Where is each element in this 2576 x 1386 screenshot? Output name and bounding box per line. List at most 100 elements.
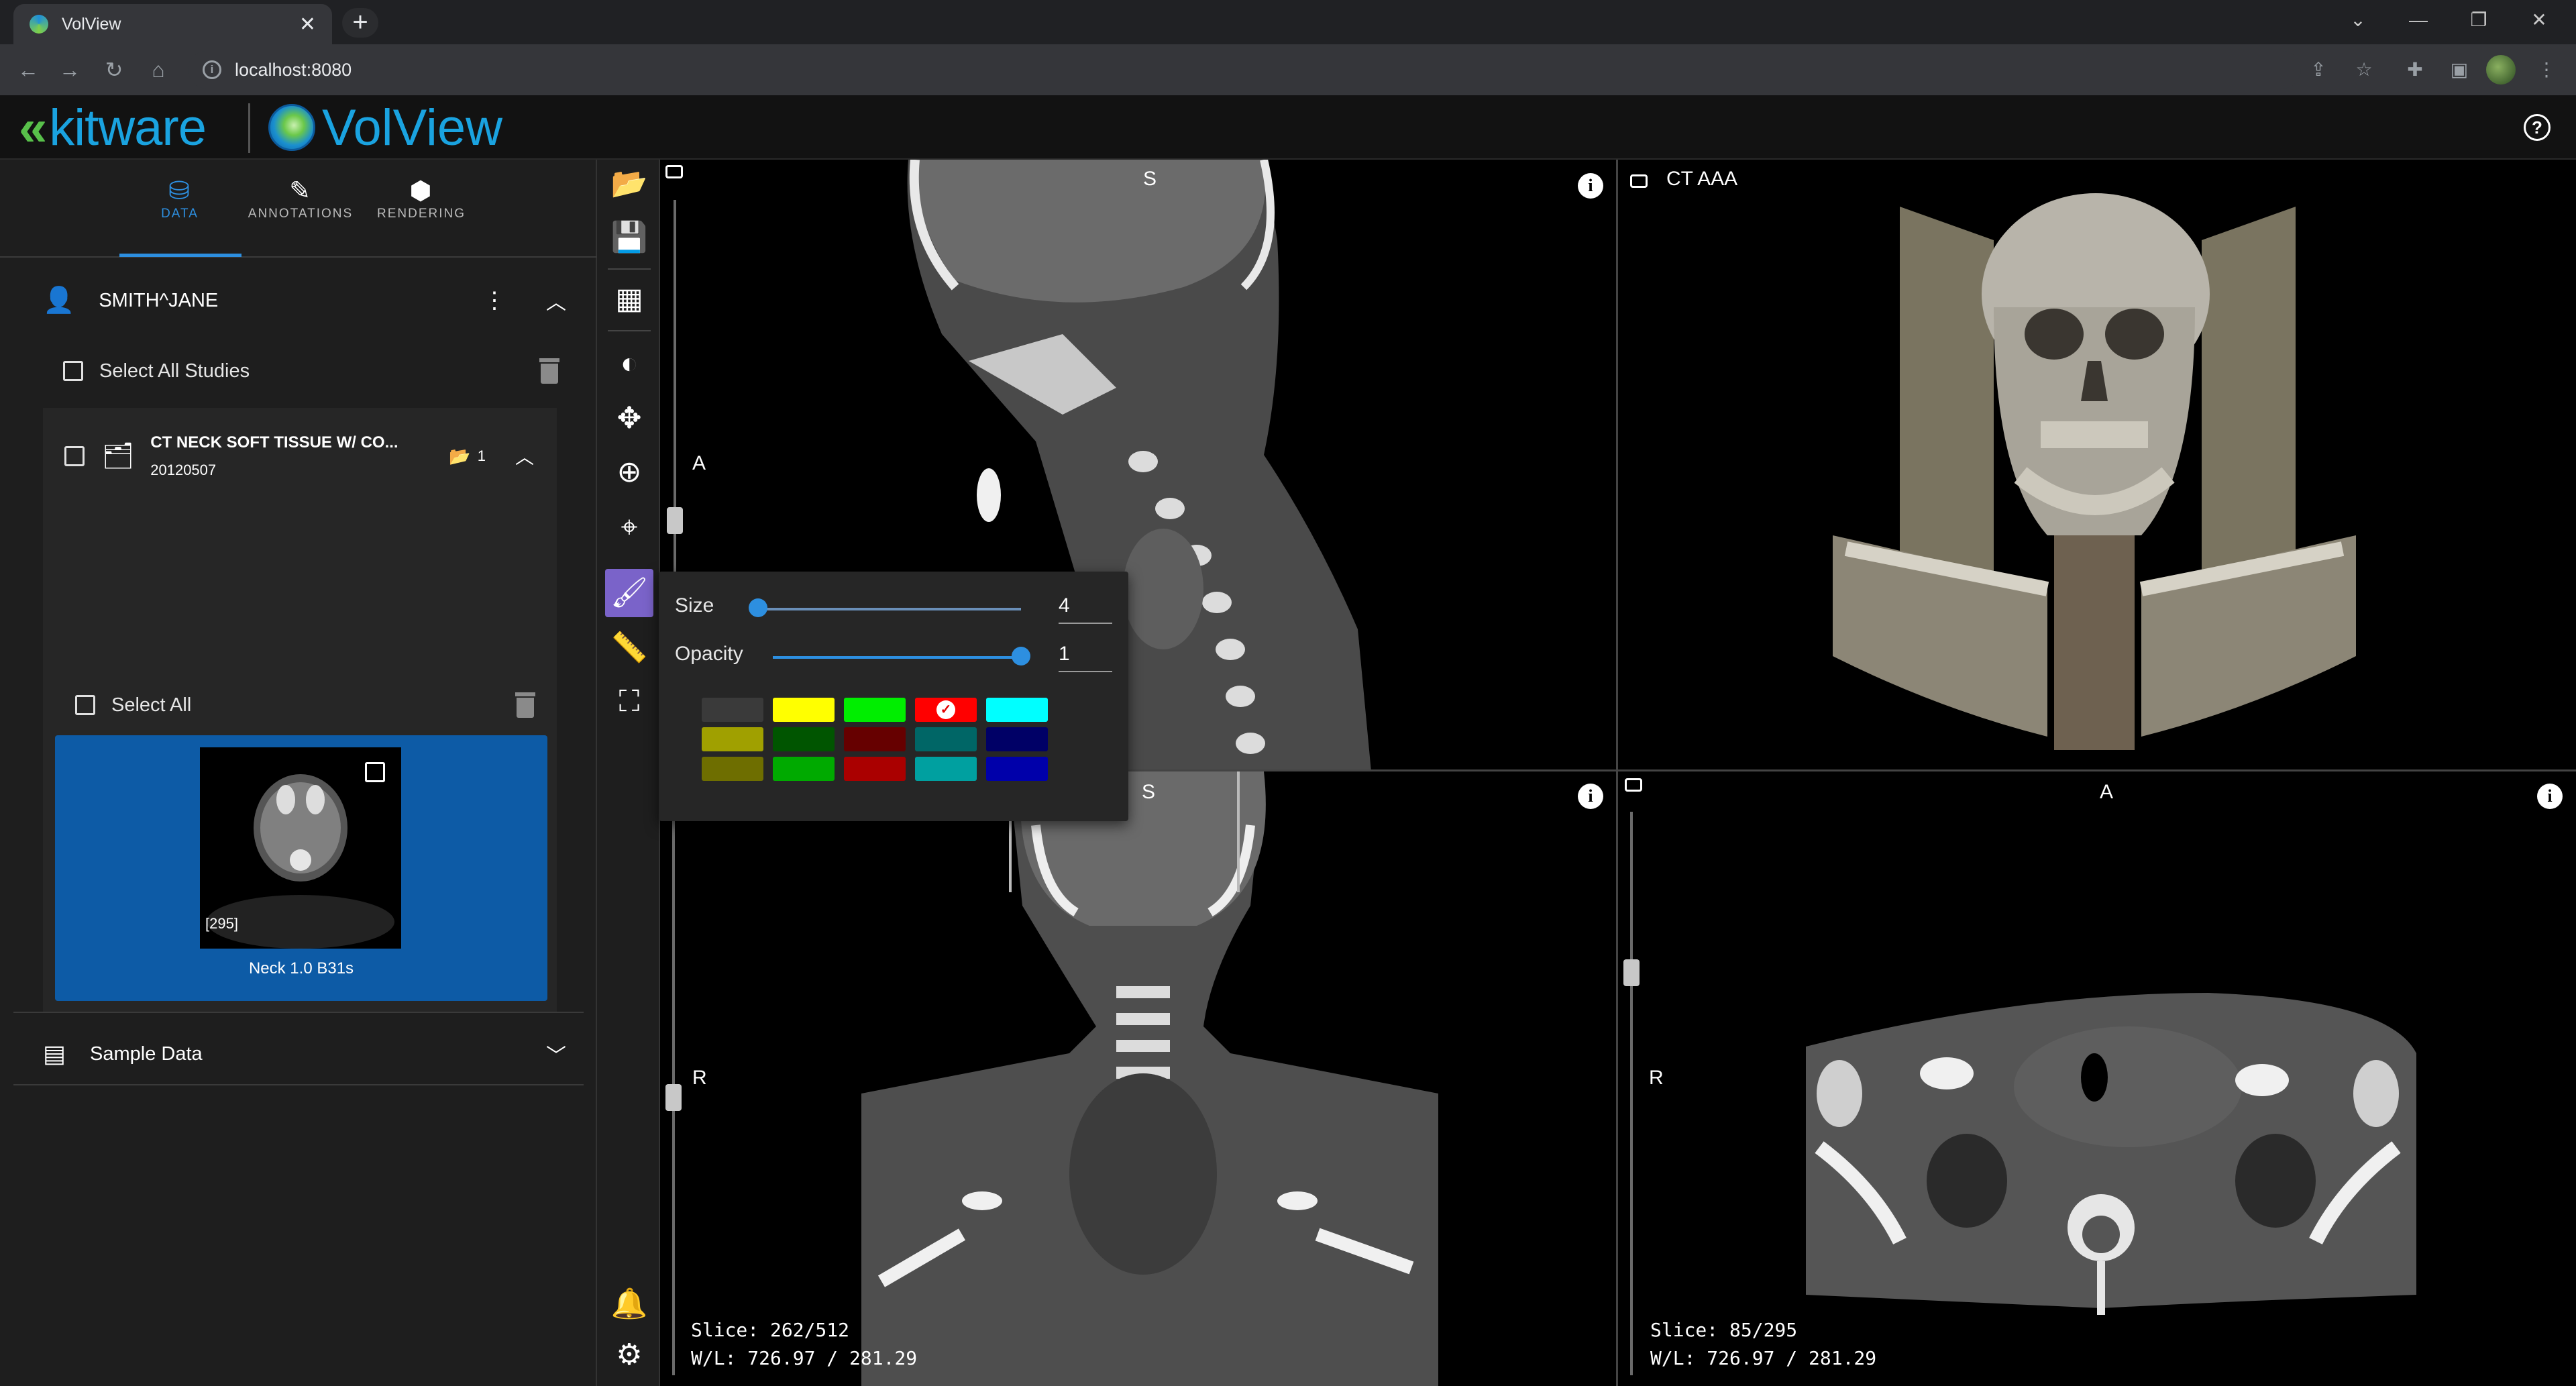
coronal-view[interactable]: S R i Slice: 262/512 W/L: 726.97 / 281.2… (660, 771, 1618, 1386)
color-swatch[interactable] (773, 757, 835, 781)
brush-size-thumb[interactable] (749, 598, 767, 617)
patient-menu-icon[interactable]: ⋮ (483, 287, 506, 314)
paint-brush-icon[interactable]: 🖌 (605, 569, 653, 617)
color-palette: ✓ (702, 698, 1064, 792)
select-all-series-checkbox[interactable] (75, 695, 95, 715)
crosshairs-icon[interactable]: ⌖ (605, 503, 653, 551)
tab-data[interactable]: ⛁ DATA (119, 176, 240, 250)
opacity-thumb[interactable] (1012, 647, 1030, 665)
color-swatch[interactable] (986, 757, 1048, 781)
coronal-info-icon[interactable]: i (1578, 784, 1603, 809)
color-swatch[interactable] (702, 757, 763, 781)
address-bar[interactable]: i localhost:8080 (188, 51, 2301, 89)
select-all-studies-row: Select All Studies (63, 354, 559, 388)
tab-rendering[interactable]: ⬢ RENDERING (361, 176, 482, 250)
ruler-icon[interactable]: 📏 (605, 624, 653, 672)
notifications-bell-icon[interactable]: 🔔 (605, 1280, 653, 1328)
pan-icon[interactable]: ✥ (605, 394, 653, 443)
coronal-slider-thumb[interactable] (665, 1084, 682, 1111)
close-window-button[interactable]: ✕ (2516, 5, 2563, 35)
crop-icon[interactable]: ⛶ (605, 678, 653, 726)
series-count: 1 (477, 447, 486, 464)
patient-row[interactable]: 👤 SMITH^JANE ⋮ ︿ (43, 280, 566, 321)
sagittal-info-icon[interactable]: i (1578, 173, 1603, 199)
settings-gear-icon[interactable]: ⚙ (605, 1331, 653, 1379)
home-icon[interactable]: ⌂ (144, 55, 173, 85)
select-all-studies-checkbox[interactable] (63, 361, 83, 381)
axial-slider-thumb[interactable] (1623, 959, 1640, 986)
color-swatch[interactable] (773, 698, 835, 722)
minimize-window-button[interactable]: — (2395, 5, 2442, 35)
delete-series-icon[interactable] (515, 692, 535, 718)
axial-view[interactable]: A R i Slice: 85/295 W/L: 726.97 / 281.29 (1618, 771, 2576, 1386)
back-arrow-icon[interactable]: ← (13, 55, 43, 85)
color-swatch[interactable] (702, 698, 763, 722)
select-all-studies-label: Select All Studies (99, 360, 250, 382)
study-checkbox[interactable] (64, 446, 85, 466)
new-tab-button[interactable]: + (342, 8, 378, 38)
brush-size-value[interactable]: 4 (1059, 594, 1112, 624)
brush-size-slider[interactable] (753, 608, 1021, 610)
side-panel-icon[interactable]: ▣ (2446, 56, 2473, 83)
window-level-icon[interactable]: ◐ (605, 339, 653, 388)
color-swatch[interactable] (986, 698, 1048, 722)
sagittal-slider-thumb[interactable] (667, 507, 683, 534)
series-card[interactable]: [295] Neck 1.0 B31s (55, 735, 547, 1001)
tab-search-chevron-icon[interactable]: ⌄ (2334, 5, 2381, 35)
open-files-icon[interactable]: 📂 (605, 160, 653, 208)
expand-sample-data-icon[interactable]: ﹀ (546, 1039, 566, 1069)
save-session-icon[interactable]: 💾 (605, 213, 653, 262)
axial-screenshot-icon[interactable] (1625, 778, 1642, 792)
color-swatch[interactable] (844, 757, 906, 781)
help-button[interactable]: ? (2524, 114, 2551, 141)
color-swatch[interactable] (773, 727, 835, 751)
collapse-study-icon[interactable]: ︿ (515, 443, 534, 470)
color-swatch[interactable] (702, 727, 763, 751)
volume-3d-view[interactable]: CT AAA (1618, 160, 2576, 771)
bookmark-star-icon[interactable]: ☆ (2351, 56, 2377, 83)
color-swatch[interactable] (915, 757, 977, 781)
axial-slice-slider[interactable] (1630, 812, 1633, 1375)
tab-rendering-label: RENDERING (376, 207, 466, 221)
volview-favicon-icon (30, 15, 48, 34)
coronal-wl-text: W/L: 726.97 / 281.29 (691, 1347, 918, 1369)
delete-studies-icon[interactable] (539, 358, 559, 384)
sagittal-top-label: S (1143, 168, 1157, 190)
reload-icon[interactable]: ↻ (99, 55, 129, 85)
study-date: 20120507 (150, 462, 217, 478)
color-swatch[interactable] (844, 727, 906, 751)
zoom-icon[interactable]: ⊕ (605, 448, 653, 496)
section-divider (13, 1012, 584, 1013)
sample-data-row[interactable]: ▤ Sample Data ﹀ (43, 1032, 566, 1076)
study-header[interactable]: 🗂 CT NECK SOFT TISSUE W/ CO... 20120507 … (64, 429, 534, 483)
series-frame-count: [295] (205, 915, 238, 932)
layout-grid-icon[interactable]: ▦ (605, 275, 653, 323)
color-swatch[interactable] (915, 727, 977, 751)
coronal-left-label: R (692, 1067, 707, 1089)
browser-toolbar: ← → ↻ ⌂ i localhost:8080 ⇪ ☆ ✚ ▣ ⋮ (0, 44, 2576, 95)
extensions-icon[interactable]: ✚ (2402, 56, 2428, 83)
share-icon[interactable]: ⇪ (2305, 56, 2332, 83)
axial-info-icon[interactable]: i (2537, 784, 2563, 809)
axial-image (1806, 993, 2416, 1315)
forward-arrow-icon[interactable]: → (55, 55, 85, 85)
collapse-patient-icon[interactable]: ︿ (546, 286, 566, 315)
close-tab-icon[interactable]: ✕ (299, 13, 316, 36)
profile-avatar[interactable] (2486, 55, 2516, 85)
volume-screenshot-icon[interactable] (1630, 174, 1648, 188)
sagittal-screenshot-icon[interactable] (665, 165, 683, 178)
coronal-slice-text: Slice: 262/512 (691, 1319, 850, 1341)
series-checkbox[interactable] (365, 762, 385, 782)
browser-tab[interactable]: VolView ✕ (13, 4, 332, 44)
color-swatch[interactable] (986, 727, 1048, 751)
volview-swirl-icon (268, 104, 315, 151)
tool-separator (608, 330, 651, 331)
restore-window-button[interactable]: ❐ (2455, 5, 2502, 35)
opacity-value[interactable]: 1 (1059, 643, 1112, 672)
tab-annotations[interactable]: ✎ ANNOTATIONS (240, 176, 361, 250)
color-swatch[interactable] (844, 698, 906, 722)
site-info-icon[interactable]: i (203, 60, 221, 79)
color-swatch[interactable]: ✓ (915, 698, 977, 722)
browser-menu-icon[interactable]: ⋮ (2533, 56, 2560, 83)
select-all-series-label: Select All (111, 694, 192, 716)
